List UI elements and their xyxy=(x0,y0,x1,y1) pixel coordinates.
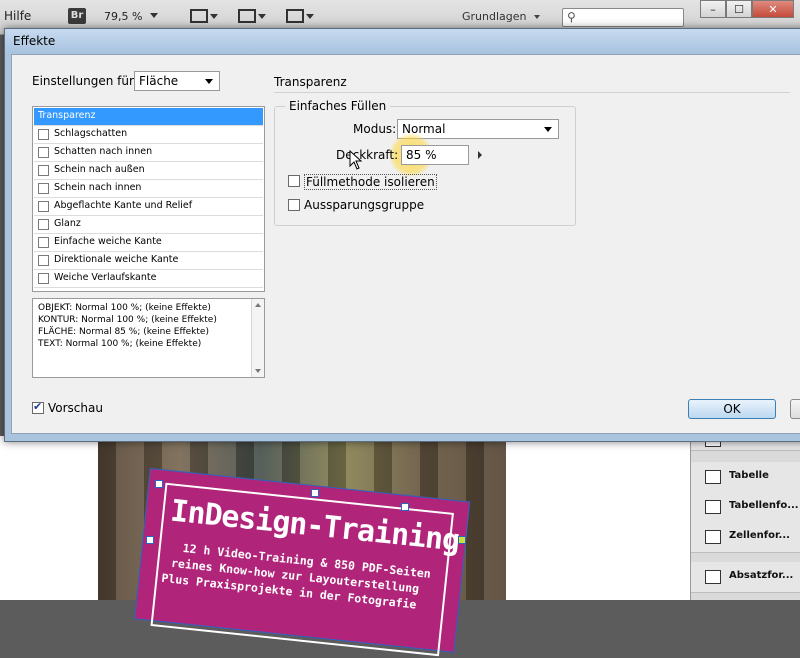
effect-checkbox[interactable] xyxy=(38,219,49,230)
effect-item-outer-glow[interactable]: Schein nach außen xyxy=(34,162,263,180)
workspace-switcher[interactable]: Grundlagen xyxy=(462,10,527,23)
chevron-down-icon xyxy=(205,79,213,84)
right-panel: Tabelle Tabellenfo... Zellenfor... Absat… xyxy=(690,436,800,600)
ok-button[interactable]: OK xyxy=(688,399,776,419)
settings-for-value: Fläche xyxy=(139,74,179,88)
settings-for-select[interactable]: Fläche xyxy=(134,71,220,91)
maximize-button[interactable]: ☐ xyxy=(726,0,752,18)
table-icon xyxy=(705,470,721,484)
settings-for-label: Einstellungen für: xyxy=(32,74,138,88)
effect-item-directional-feather[interactable]: Direktionale weiche Kante xyxy=(34,252,263,270)
opacity-label: Deckkraft: xyxy=(336,148,399,162)
zoom-dropdown-icon[interactable] xyxy=(150,13,158,18)
dialog-body: Einstellungen für: Fläche Transparenz Sc… xyxy=(11,54,800,434)
screen-mode-icon[interactable] xyxy=(238,9,266,23)
effect-label: Schlagschatten xyxy=(54,128,128,139)
panel-item-table-format[interactable]: Tabellenfo... xyxy=(691,492,800,523)
chevron-down-icon xyxy=(544,127,552,132)
preview-label: Vorschau xyxy=(48,401,103,415)
selection-handle[interactable] xyxy=(146,536,154,544)
effect-label: Direktionale weiche Kante xyxy=(54,254,179,265)
search-icon: ⚲ xyxy=(567,10,576,24)
menu-help[interactable]: Hilfe xyxy=(4,9,31,23)
section-title: Transparenz xyxy=(274,75,347,89)
mouse-pointer-icon xyxy=(349,150,363,170)
effect-item-satin[interactable]: Glanz xyxy=(34,216,263,234)
isolate-blending-label: Füllmethode isolieren xyxy=(304,174,437,190)
effect-label: Abgeflachte Kante und Relief xyxy=(54,200,193,211)
effect-checkbox[interactable] xyxy=(38,237,49,248)
dialog-titlebar[interactable]: Effekte xyxy=(5,29,800,53)
title-frame[interactable]: InDesign-Training 12 h Video-Training & … xyxy=(134,468,471,657)
cancel-button[interactable] xyxy=(790,399,800,419)
effect-item-transparency[interactable]: Transparenz xyxy=(34,108,263,126)
effect-label: Weiche Verlaufskante xyxy=(54,272,157,283)
panel-item-cell-format[interactable]: Zellenfor... xyxy=(691,522,800,553)
workspace-dropdown-icon[interactable] xyxy=(534,15,540,19)
opacity-slider-arrow-icon[interactable] xyxy=(478,151,482,159)
effect-item-inner-glow[interactable]: Schein nach innen xyxy=(34,180,263,198)
opacity-value: 85 % xyxy=(406,148,437,162)
summary-scrollbar[interactable] xyxy=(251,299,264,377)
close-window-button[interactable]: ✕ xyxy=(752,0,794,18)
selection-handle[interactable] xyxy=(311,489,319,497)
table-format-icon xyxy=(705,500,721,514)
knockout-group-label: Aussparungsgruppe xyxy=(304,198,425,212)
panel-item-label: Absatzfor... xyxy=(729,570,794,581)
dialog-title: Effekte xyxy=(13,34,56,48)
effect-checkbox[interactable] xyxy=(38,273,49,284)
view-options-icon[interactable] xyxy=(190,9,218,23)
cell-format-icon xyxy=(705,530,721,544)
effect-item-basic-feather[interactable]: Einfache weiche Kante xyxy=(34,234,263,252)
effect-item-bevel-emboss[interactable]: Abgeflachte Kante und Relief xyxy=(34,198,263,216)
summary-line: TEXT: Normal 100 %; (keine Effekte) xyxy=(38,339,202,349)
paragraph-format-icon xyxy=(705,570,721,584)
selection-handle[interactable] xyxy=(155,480,163,488)
summary-line: KONTUR: Normal 100 %; (keine Effekte) xyxy=(38,315,217,325)
panel-item-label: Zellenfor... xyxy=(729,530,790,541)
mode-label: Modus: xyxy=(353,122,397,136)
scroll-down-icon[interactable] xyxy=(255,369,261,373)
effect-item-drop-shadow[interactable]: Schlagschatten xyxy=(34,126,263,144)
isolate-blending-checkbox[interactable] xyxy=(288,175,300,187)
preview-checkbox[interactable] xyxy=(32,400,44,414)
scroll-up-icon[interactable] xyxy=(255,303,261,307)
opacity-input[interactable]: 85 % xyxy=(401,145,469,165)
summary-line: FLÄCHE: Normal 85 %; (keine Effekte) xyxy=(38,327,209,337)
knockout-group-checkbox[interactable] xyxy=(288,199,300,211)
effect-label: Schein nach innen xyxy=(54,182,142,193)
effect-label: Schatten nach innen xyxy=(54,146,153,157)
panel-item-label: Tabellenfo... xyxy=(729,500,799,511)
bridge-button[interactable]: Br xyxy=(68,8,86,24)
arrange-documents-icon[interactable] xyxy=(286,9,314,23)
effect-label: Glanz xyxy=(54,218,81,229)
effect-label: Einfache weiche Kante xyxy=(54,236,162,247)
summary-line: OBJEKT: Normal 100 %; (keine Effekte) xyxy=(38,303,211,313)
effect-checkbox[interactable] xyxy=(38,129,49,140)
panel-item-table[interactable]: Tabelle xyxy=(691,462,800,493)
panel-item-paragraph-format[interactable]: Absatzfor... xyxy=(691,562,800,593)
effects-dialog: Effekte Einstellungen für: Fläche Transp… xyxy=(4,28,800,442)
selection-handle[interactable] xyxy=(458,536,466,544)
minimize-button[interactable]: – xyxy=(700,0,726,18)
effect-checkbox[interactable] xyxy=(38,255,49,266)
effect-checkbox[interactable] xyxy=(38,147,49,158)
effect-item-gradient-feather[interactable]: Weiche Verlaufskante xyxy=(34,270,263,288)
effect-checkbox[interactable] xyxy=(38,183,49,194)
search-field[interactable]: ⚲ xyxy=(562,8,684,27)
effect-checkbox[interactable] xyxy=(38,201,49,212)
effects-list: Transparenz Schlagschatten Schatten nach… xyxy=(32,106,265,292)
group-label: Einfaches Füllen xyxy=(285,99,391,113)
selection-handle[interactable] xyxy=(401,503,409,511)
effect-item-inner-shadow[interactable]: Schatten nach innen xyxy=(34,144,263,162)
effects-summary: OBJEKT: Normal 100 %; (keine Effekte) KO… xyxy=(32,298,265,378)
panel-item-label: Tabelle xyxy=(729,470,769,481)
effect-checkbox[interactable] xyxy=(38,165,49,176)
effect-label: Schein nach außen xyxy=(54,164,145,175)
zoom-level[interactable]: 79,5 % xyxy=(104,10,142,23)
effect-label: Transparenz xyxy=(38,110,96,121)
section-divider xyxy=(274,92,790,93)
